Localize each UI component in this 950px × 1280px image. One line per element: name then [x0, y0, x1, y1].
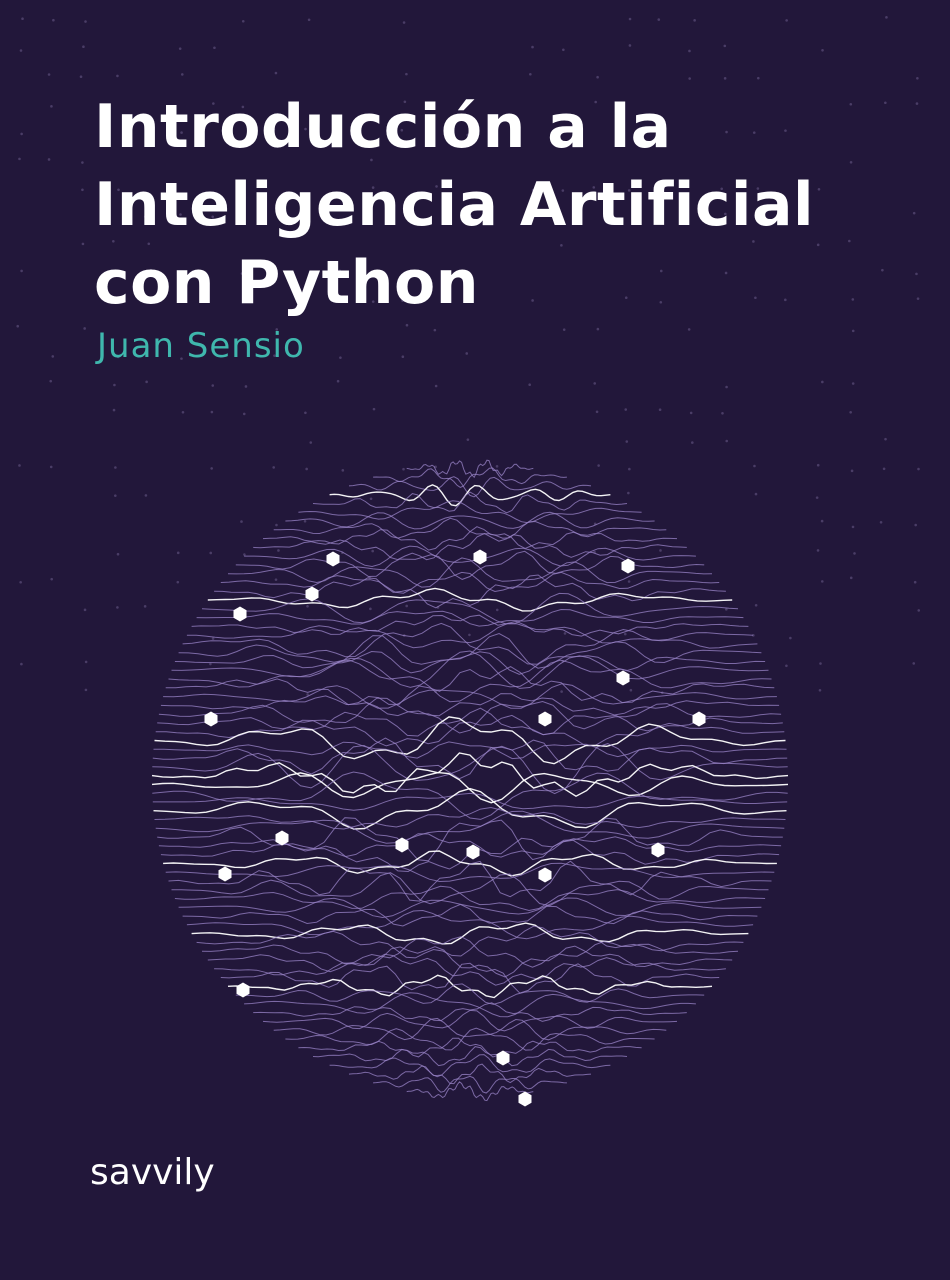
- hexagon-node-icon: [538, 711, 552, 727]
- hexagon-node-icon: [326, 551, 340, 567]
- hexagon-node-icon: [466, 844, 480, 860]
- wave-line: [373, 1075, 567, 1094]
- wave-line: [152, 771, 788, 820]
- hexagon-node-icon: [218, 866, 232, 882]
- wave-line: [165, 862, 775, 883]
- wave-line: [196, 608, 744, 627]
- wave-line: [207, 587, 733, 612]
- wave-line: [174, 650, 766, 675]
- author-name: Juan Sensio: [97, 326, 305, 366]
- wave-line: [329, 1054, 611, 1078]
- wave-line: [220, 571, 720, 594]
- wave-line: [298, 500, 642, 524]
- wave-line: [348, 1063, 592, 1085]
- hexagon-node-icon: [538, 867, 552, 883]
- wave-line: [214, 953, 726, 986]
- wave-line: [235, 983, 705, 1005]
- wave-line: [348, 476, 592, 498]
- title-line-1: Introducción a la: [94, 92, 672, 162]
- wave-line: [244, 992, 696, 1018]
- publisher-logo: savvily: [90, 1152, 215, 1193]
- hexagon-node-icon: [621, 558, 635, 574]
- wave-line: [273, 517, 667, 539]
- wave-line: [273, 1017, 667, 1041]
- wave-line: [191, 614, 749, 637]
- hexagon-node-icon: [275, 830, 289, 846]
- wave-line: [163, 683, 777, 709]
- wave-line: [406, 459, 534, 479]
- book-cover: Introducción a la Inteligencia Artificia…: [0, 0, 950, 1280]
- wave-line: [406, 1081, 534, 1102]
- hexagon-node-icon: [496, 1050, 510, 1066]
- wave-line: [174, 885, 766, 912]
- hexagon-node-icon: [616, 670, 630, 686]
- wave-line: [253, 533, 687, 561]
- wave-line: [285, 1027, 655, 1051]
- wave-line: [201, 936, 739, 968]
- title-line-3: con Python: [94, 248, 479, 318]
- wave-line: [168, 659, 772, 703]
- wave-line: [227, 974, 713, 999]
- wave-line: [262, 526, 678, 551]
- wave-line: [152, 737, 788, 780]
- hexagon-node-icon: [518, 1091, 532, 1107]
- hexagon-node-icon: [692, 711, 706, 727]
- hexagon-node-icon: [651, 842, 665, 858]
- hexagon-node-icon: [473, 549, 487, 565]
- wave-line: [168, 860, 772, 902]
- title-line-2: Inteligencia Artificial: [94, 170, 815, 240]
- book-title: Introducción a la Inteligencia Artificia…: [94, 88, 814, 322]
- wave-line: [191, 922, 749, 945]
- hexagon-node-icon: [233, 606, 247, 622]
- wave-line: [153, 741, 787, 760]
